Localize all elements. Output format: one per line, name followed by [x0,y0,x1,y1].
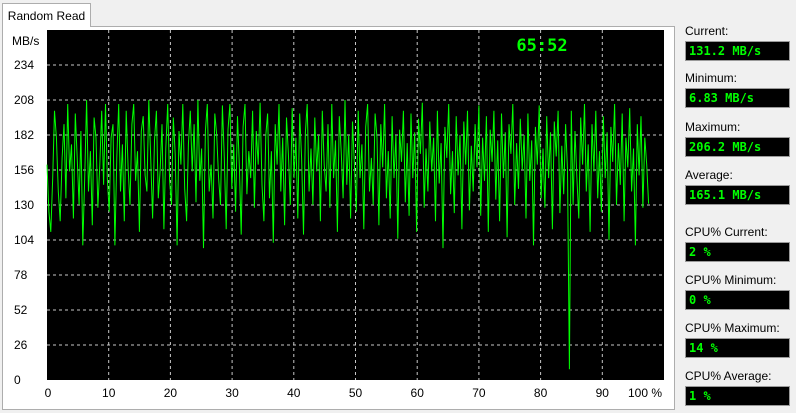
tab-random-read[interactable]: Random Read [2,3,91,27]
stat-label: Current: [685,24,729,38]
throughput-chart: 0 26 52 78 104 130 156 182 208 234 0 10 20 30 40 50 60 7… [8,30,666,404]
tab-label: Random Read [7,8,86,23]
y-tick-label: 130 [14,198,34,212]
stat-value-box: 1 % [685,386,790,406]
y-axis-unit-label: MB/s [12,34,39,48]
y-tick-label: 234 [14,58,34,72]
y-tick-label: 156 [14,163,34,177]
stat-value-box: 2 % [685,242,790,262]
y-tick-label: 182 [14,128,34,142]
y-tick-label: 0 [14,373,21,387]
y-tick-label: 52 [14,303,28,317]
stat-label: Average: [685,168,733,182]
y-tick-label: 78 [14,268,28,282]
y-tick-label: 104 [14,233,34,247]
x-tick-label: 40 [287,386,301,400]
stat-value-box: 131.2 MB/s [685,41,790,61]
stat-value-box: 206.2 MB/s [685,137,790,157]
stat-value-box: 6.83 MB/s [685,88,790,108]
x-tick-label: 90 [596,386,610,400]
x-tick-label: 0 [45,386,52,400]
x-tick-label: 80 [534,386,548,400]
x-tick-label: 20 [164,386,178,400]
x-tick-label: 50 [349,386,363,400]
stat-label: Minimum: [685,71,738,85]
stat-label: Maximum: [685,120,741,134]
stat-label: CPU% Current: [685,225,768,239]
y-axis-labels: 0 26 52 78 104 130 156 182 208 234 [14,58,34,387]
x-tick-label: 60 [411,386,425,400]
stat-value-box: 0 % [685,290,790,310]
x-axis-labels: 0 10 20 30 40 50 60 70 80 90 100 % [45,386,663,400]
chart-svg: 0 26 52 78 104 130 156 182 208 234 0 10 20 30 40 50 60 7… [12,30,664,400]
y-tick-label: 208 [14,93,34,107]
x-tick-label: 100 % [628,386,662,400]
stat-label: CPU% Average: [685,369,772,383]
x-tick-label: 10 [102,386,116,400]
elapsed-timer: 65:52 [516,36,567,56]
y-tick-label: 26 [14,338,28,352]
stat-label: CPU% Maximum: [685,321,780,335]
x-tick-label: 70 [472,386,486,400]
stat-label: CPU% Minimum: [685,273,777,287]
stat-value-box: 14 % [685,338,790,358]
stat-value-box: 165.1 MB/s [685,185,790,205]
x-tick-label: 30 [225,386,239,400]
